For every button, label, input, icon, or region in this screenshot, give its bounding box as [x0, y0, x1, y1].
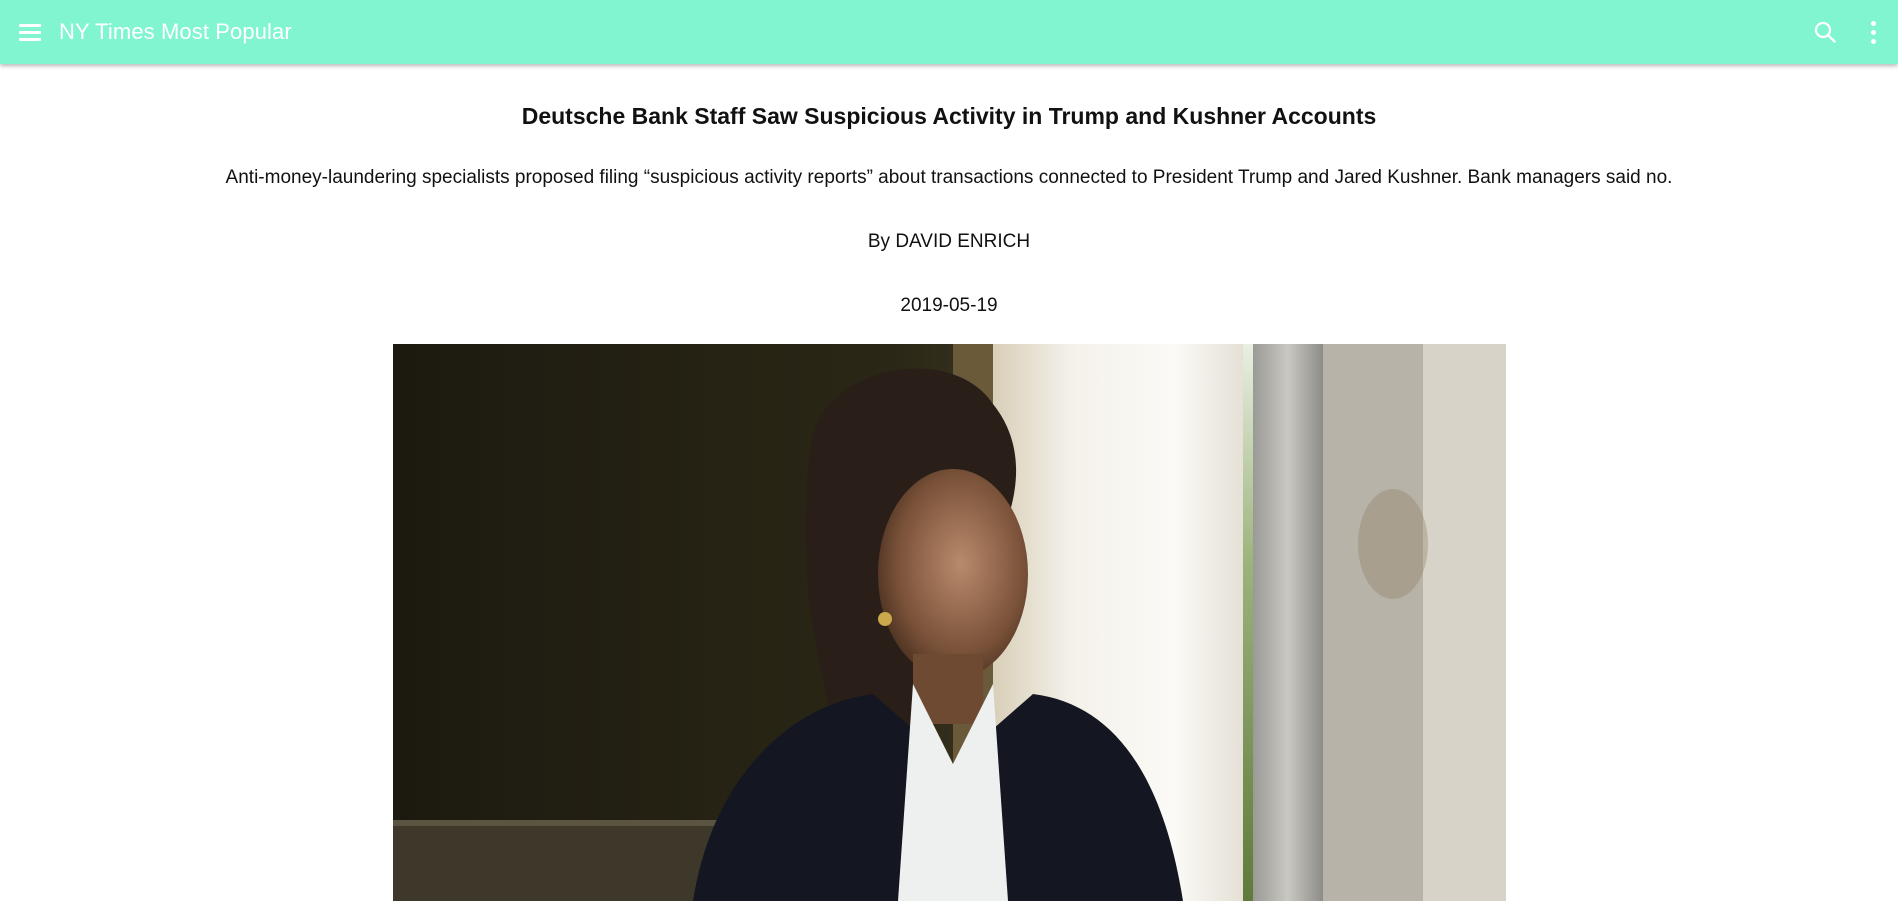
article-abstract: Anti-money-laundering specialists propos… [225, 167, 1673, 188]
article-byline: By DAVID ENRICH [867, 231, 1031, 252]
app-bar: NY Times Most Popular [0, 0, 1898, 64]
app-title: NY Times Most Popular [59, 19, 292, 44]
hamburger-menu-icon[interactable] [19, 20, 43, 44]
article-detail: Deutsche Bank Staff Saw Suspicious Activ… [0, 64, 1898, 319]
article-title: Deutsche Bank Staff Saw Suspicious Activ… [521, 103, 1377, 129]
article-photo [393, 344, 1506, 901]
search-icon[interactable] [1811, 18, 1839, 46]
article-date: 2019-05-19 [900, 295, 998, 316]
more-vertical-icon[interactable] [1865, 18, 1881, 46]
